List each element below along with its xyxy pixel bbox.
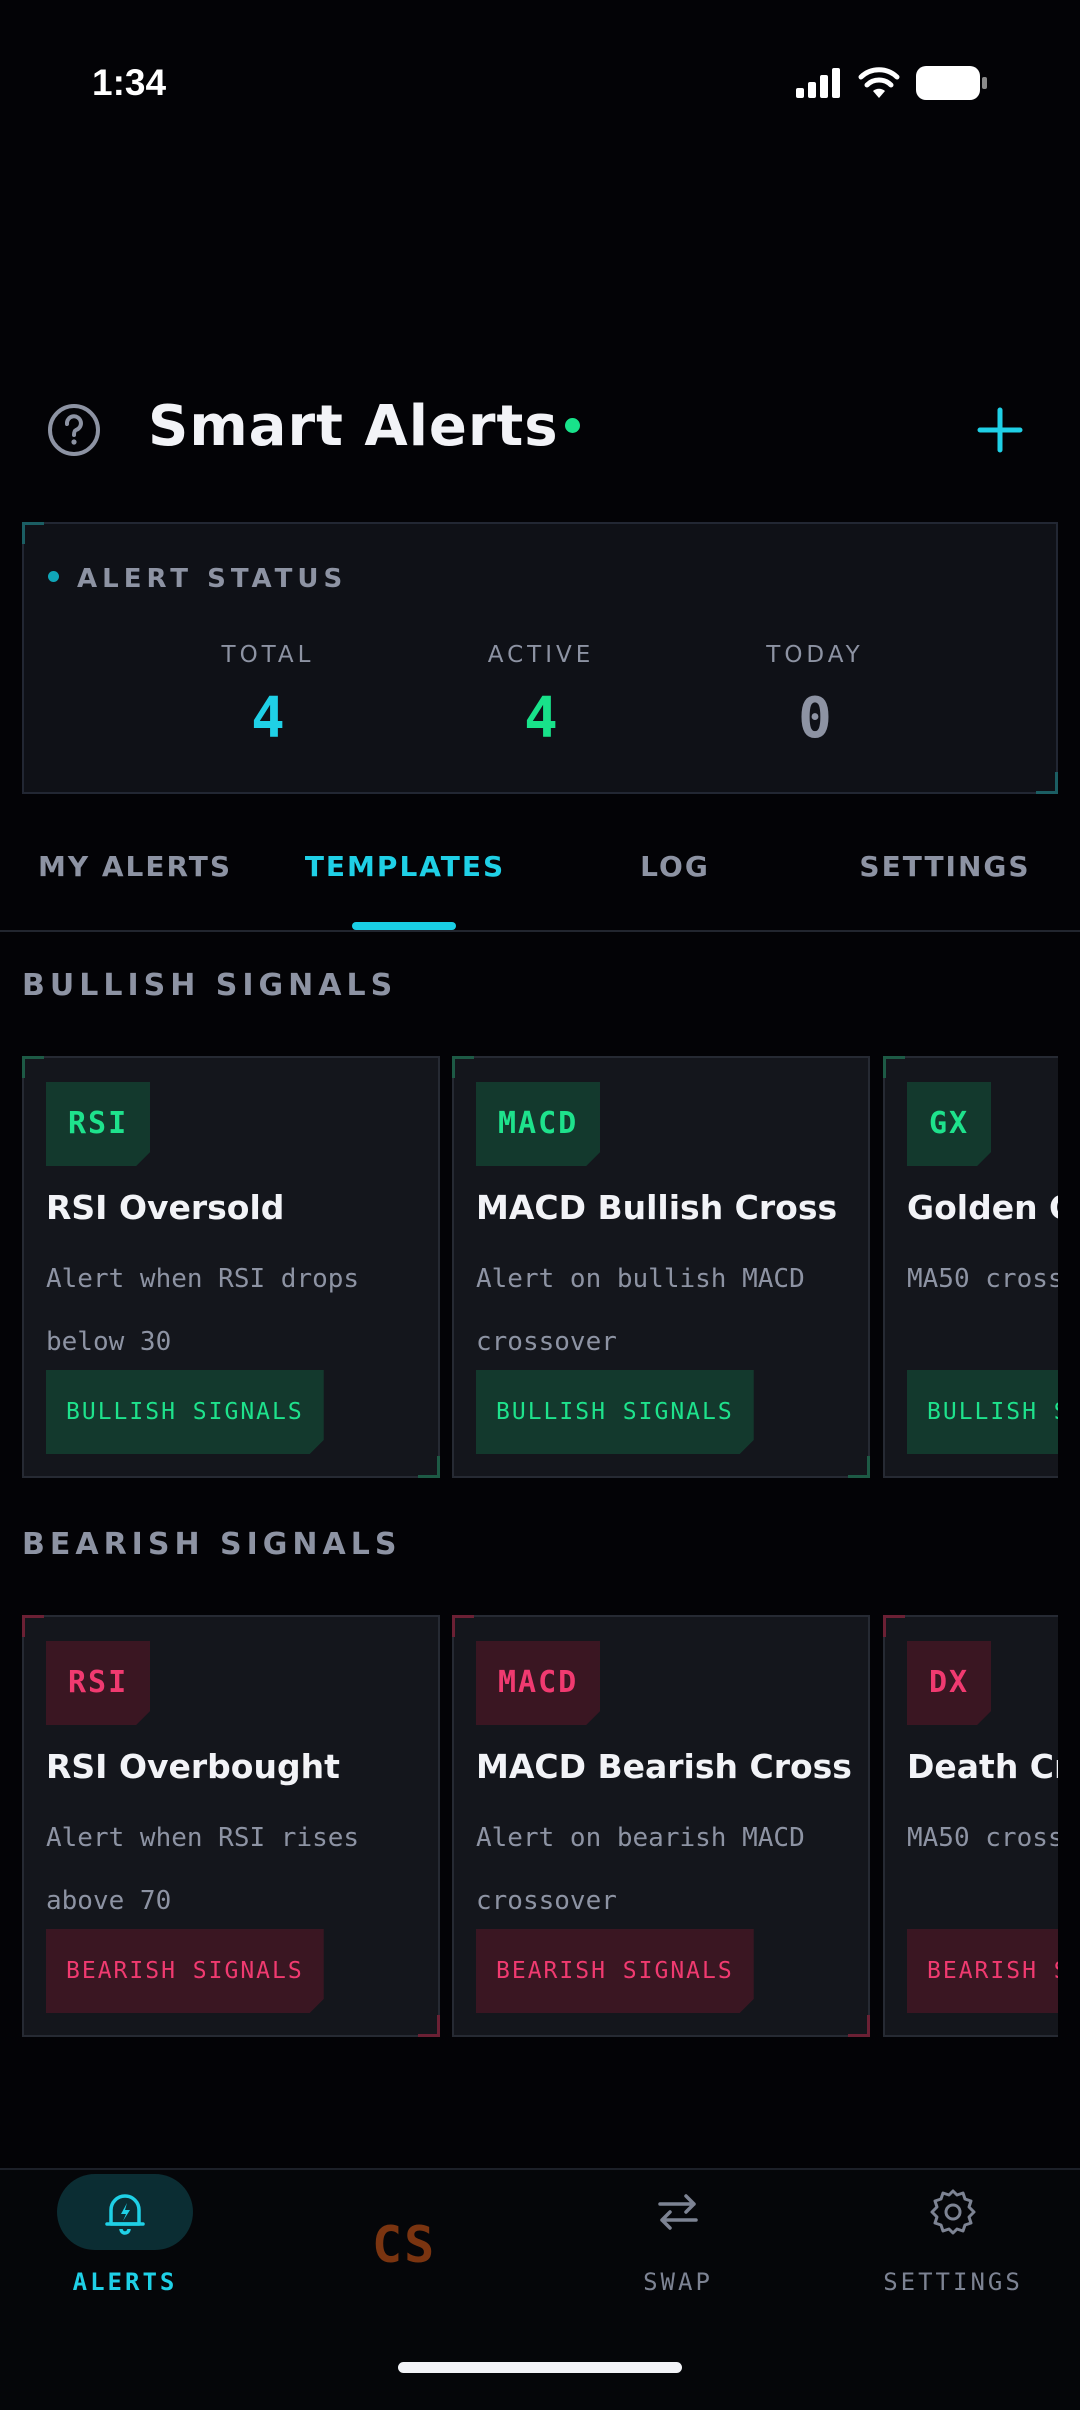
help-icon[interactable]	[46, 402, 102, 458]
stat-label: TODAY	[766, 642, 864, 668]
corner-accent	[452, 1056, 474, 1078]
status-bar: 1:34	[0, 0, 1080, 170]
corner-accent	[452, 1615, 474, 1637]
corner-accent	[22, 1056, 44, 1078]
category-tag: BEARISH SIGNALS	[476, 1929, 754, 2013]
stat-label: ACTIVE	[487, 642, 595, 668]
stat-active: ACTIVE 4	[441, 642, 641, 751]
corner-accent	[418, 1456, 440, 1478]
live-indicator-dot	[564, 418, 580, 434]
indicator-badge: DX	[907, 1641, 991, 1725]
corner-accent	[883, 1615, 905, 1637]
stat-label: TOTAL	[221, 642, 315, 668]
status-time: 1:34	[92, 62, 167, 103]
nav-label: SETTINGS	[883, 2268, 1023, 2296]
card-description: Alert on bearish MACD crossover	[476, 1823, 805, 1916]
nav-label: SWAP	[643, 2268, 713, 2296]
corner-accent	[1036, 772, 1058, 794]
tab-templates[interactable]: TEMPLATES	[270, 850, 540, 883]
category-tag: BULLISH SIGNALS	[907, 1370, 1058, 1454]
section-title-bullish: BULLISH SIGNALS	[22, 968, 398, 1003]
section-title-bearish: BEARISH SIGNALS	[22, 1527, 402, 1562]
wifi-icon	[858, 67, 900, 98]
corner-accent	[883, 1056, 905, 1078]
card-description: Alert when RSI rises above 70	[46, 1823, 360, 1916]
corner-accent	[22, 522, 44, 544]
stat-value: 0	[798, 686, 832, 751]
nav-item-settings[interactable]: SETTINGS	[828, 2170, 1080, 2330]
stat-value: 4	[524, 686, 558, 751]
bottom-nav: ALERTS CS SWAP SETTINGS	[0, 2168, 1080, 2410]
indicator-badge: MACD	[476, 1641, 600, 1725]
status-icons	[796, 66, 988, 100]
swap-icon	[658, 2194, 698, 2230]
card-title: RSI Overbought	[46, 1747, 340, 1786]
signal-icon	[796, 68, 840, 98]
card-title: RSI Oversold	[46, 1188, 285, 1227]
card-description: MA50 crosses above MA200	[907, 1264, 1058, 1294]
indicator-badge: MACD	[476, 1082, 600, 1166]
tab-settings[interactable]: SETTINGS	[810, 850, 1080, 883]
battery-icon	[916, 66, 987, 100]
gear-icon	[930, 2189, 976, 2235]
home-indicator	[398, 2362, 682, 2373]
template-card[interactable]: MACD MACD Bullish Cross Alert on bullish…	[452, 1056, 870, 1478]
tab-my-alerts[interactable]: MY ALERTS	[0, 850, 270, 883]
app-header: Smart Alerts	[0, 380, 1080, 480]
corner-accent	[848, 2015, 870, 2037]
alert-status-label: ALERT STATUS	[48, 564, 347, 594]
indicator-badge: RSI	[46, 1641, 150, 1725]
indicator-badge: RSI	[46, 1082, 150, 1166]
corner-accent	[848, 1456, 870, 1478]
category-tag: BULLISH SIGNALS	[476, 1370, 754, 1454]
card-description: Alert when RSI drops below 30	[46, 1264, 360, 1357]
template-card[interactable]: GX Golden Cross MA50 crosses above MA200…	[883, 1056, 1058, 1478]
card-title: MACD Bullish Cross	[476, 1188, 838, 1227]
tab-bar: MY ALERTS TEMPLATES LOG SETTINGS	[0, 840, 1080, 932]
category-tag: BULLISH SIGNALS	[46, 1370, 324, 1454]
category-tag: BEARISH SIGNALS	[46, 1929, 324, 2013]
page-title: Smart Alerts	[148, 394, 580, 459]
add-alert-button[interactable]	[972, 402, 1028, 458]
template-card[interactable]: RSI RSI Oversold Alert when RSI drops be…	[22, 1056, 440, 1478]
template-card[interactable]: MACD MACD Bearish Cross Alert on bearish…	[452, 1615, 870, 2037]
card-title: Golden Cross	[907, 1188, 1058, 1227]
nav-item-swap[interactable]: SWAP	[553, 2170, 823, 2330]
indicator-badge: GX	[907, 1082, 991, 1166]
active-tab-indicator	[352, 922, 456, 930]
stat-value: 4	[251, 686, 285, 751]
card-title: Death Cross	[907, 1747, 1058, 1786]
alert-status-card: ALERT STATUS TOTAL 4 ACTIVE 4 TODAY 0	[22, 522, 1058, 794]
nav-label: ALERTS	[72, 2268, 178, 2296]
template-card[interactable]: RSI RSI Overbought Alert when RSI rises …	[22, 1615, 440, 2037]
status-dot	[48, 571, 59, 582]
nav-item-alerts[interactable]: ALERTS	[0, 2170, 270, 2330]
stat-today: TODAY 0	[715, 642, 915, 751]
card-description: Alert on bullish MACD crossover	[476, 1264, 805, 1357]
stat-total: TOTAL 4	[168, 642, 368, 751]
template-card[interactable]: DX Death Cross MA50 crosses below MA200 …	[883, 1615, 1058, 2037]
card-title: MACD Bearish Cross	[476, 1747, 852, 1786]
tab-log[interactable]: LOG	[540, 850, 810, 883]
bullish-cards-row[interactable]: RSI RSI Oversold Alert when RSI drops be…	[22, 1056, 1058, 1478]
card-description: MA50 crosses below MA200	[907, 1823, 1058, 1853]
cs-logo[interactable]: CS	[372, 2216, 436, 2274]
corner-accent	[418, 2015, 440, 2037]
bell-icon	[105, 2194, 145, 2235]
corner-accent	[22, 1615, 44, 1637]
category-tag: BEARISH SIGNALS	[907, 1929, 1058, 2013]
bearish-cards-row[interactable]: RSI RSI Overbought Alert when RSI rises …	[22, 1615, 1058, 2037]
